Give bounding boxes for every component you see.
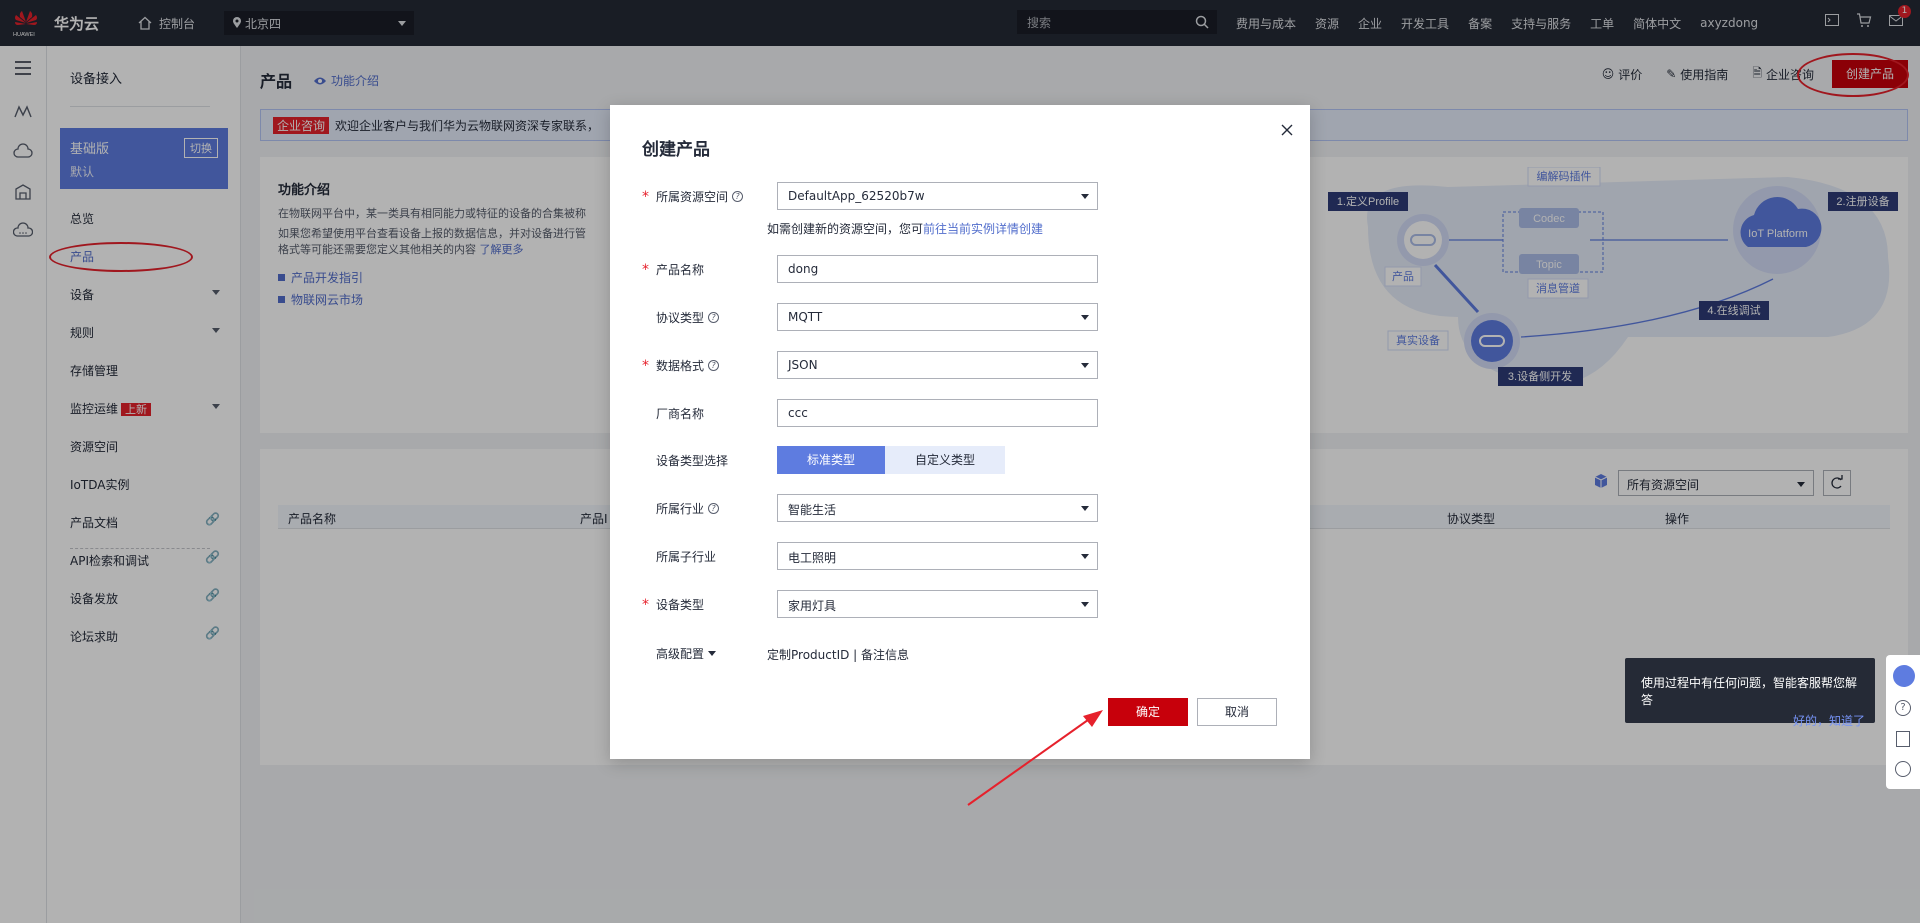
data-format-label: 数据格式?	[656, 357, 720, 374]
headset-icon[interactable]	[1893, 665, 1915, 687]
sub-industry-value: 电工照明	[788, 551, 837, 565]
resource-space-select[interactable]: DefaultApp_62520b7w	[777, 182, 1098, 210]
sub-industry-label: 所属子行业	[656, 550, 717, 564]
industry-value: 智能生活	[788, 503, 837, 517]
data-format-value: JSON	[788, 358, 818, 372]
device-type-toggle: 标准类型 自定义类型	[777, 446, 1005, 474]
industry-row: 所属行业? 智能生活	[642, 494, 1102, 522]
dialog-title: 创建产品	[642, 140, 710, 160]
protocol-label: 协议类型?	[656, 309, 720, 326]
industry-label: 所属行业?	[656, 500, 720, 517]
help-icon[interactable]: ?	[1895, 700, 1911, 716]
assistant-tip-text: 使用过程中有任何问题，智能客服帮您解答	[1641, 676, 1858, 707]
required-mark: *	[642, 358, 649, 374]
data-format-select[interactable]: JSON	[777, 351, 1098, 379]
assistant-tooltip: 使用过程中有任何问题，智能客服帮您解答 好的，知道了	[1625, 658, 1875, 728]
device-type-value: 家用灯具	[788, 599, 837, 613]
resource-space-label: 所属资源空间?	[656, 188, 744, 205]
industry-select[interactable]: 智能生活	[777, 494, 1098, 522]
annotation-arrow	[967, 710, 1103, 806]
chevron-down-icon	[1081, 506, 1089, 511]
chevron-down-icon	[1081, 363, 1089, 368]
feedback-icon[interactable]	[1896, 731, 1910, 747]
advanced-config-label: 高级配置	[656, 647, 705, 661]
help-icon[interactable]: ?	[708, 312, 720, 323]
resource-space-hint: 如需创建新的资源空间，您可前往当前实例详情创建	[767, 220, 1043, 237]
resource-space-row: * 所属资源空间? DefaultApp_62520b7w	[642, 182, 1102, 210]
vendor-row: 厂商名称 ccc	[642, 399, 1102, 427]
chevron-down-icon	[1081, 315, 1089, 320]
help-icon[interactable]: ?	[708, 360, 720, 371]
protocol-value: MQTT	[788, 310, 823, 324]
protocol-label-text: 协议类型	[656, 311, 705, 325]
resource-space-label-text: 所属资源空间	[656, 190, 729, 204]
device-type-select[interactable]: 家用灯具	[777, 590, 1098, 618]
vendor-label: 厂商名称	[656, 407, 705, 421]
data-format-label-text: 数据格式	[656, 359, 705, 373]
assistant-tip-actions: 好的，知道了	[1641, 712, 1865, 729]
sub-industry-select[interactable]: 电工照明	[777, 542, 1098, 570]
sub-industry-row: 所属子行业 电工照明	[642, 542, 1102, 570]
protocol-row: 协议类型? MQTT	[642, 303, 1102, 331]
device-type-select-label: 设备类型选择	[656, 454, 729, 468]
chevron-down-icon	[708, 651, 717, 656]
tip-know-link[interactable]: 知道了	[1829, 714, 1865, 728]
create-space-link[interactable]: 前往当前实例详情创建	[923, 222, 1043, 236]
vendor-input[interactable]: ccc	[777, 399, 1098, 427]
smile-icon[interactable]	[1895, 761, 1911, 777]
chevron-down-icon	[1081, 194, 1089, 199]
help-icon[interactable]: ?	[732, 191, 744, 202]
hint-text: 如需创建新的资源空间，您可	[767, 222, 924, 236]
required-mark: *	[642, 189, 649, 205]
advanced-config-toggle[interactable]: 高级配置	[656, 645, 717, 662]
required-mark: *	[642, 597, 649, 613]
device-type-label: 设备类型	[656, 598, 705, 612]
cancel-button[interactable]: 取消	[1197, 698, 1277, 726]
help-icon[interactable]: ?	[708, 503, 720, 514]
device-type-select-row: 设备类型选择 标准类型 自定义类型	[642, 446, 1102, 474]
required-mark: *	[642, 262, 649, 278]
custom-type-option[interactable]: 自定义类型	[885, 446, 1005, 474]
standard-type-option[interactable]: 标准类型	[777, 446, 885, 474]
floating-toolbar: ?	[1886, 655, 1920, 789]
create-product-dialog: 创建产品 * 所属资源空间? DefaultApp_62520b7w 如需创建新…	[610, 105, 1310, 759]
data-format-row: * 数据格式? JSON	[642, 351, 1102, 379]
chevron-down-icon	[1081, 554, 1089, 559]
close-icon[interactable]	[1280, 123, 1294, 137]
product-name-row: * 产品名称 dong	[642, 255, 1102, 283]
device-type-row: * 设备类型 家用灯具	[642, 590, 1102, 618]
tip-ok-link[interactable]: 好的，	[1793, 714, 1829, 728]
product-name-label: 产品名称	[656, 263, 705, 277]
product-name-input[interactable]: dong	[777, 255, 1098, 283]
chevron-down-icon	[1081, 602, 1089, 607]
advanced-config-text: 定制ProductID | 备注信息	[767, 648, 910, 662]
protocol-select[interactable]: MQTT	[777, 303, 1098, 331]
industry-label-text: 所属行业	[656, 502, 705, 516]
resource-space-value: DefaultApp_62520b7w	[788, 189, 925, 203]
